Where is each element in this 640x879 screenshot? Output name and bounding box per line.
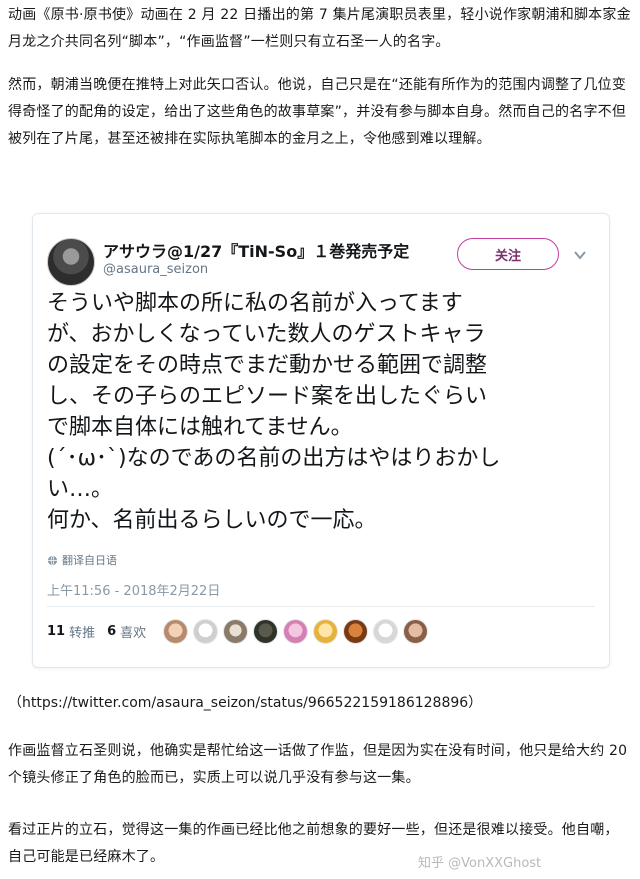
divider bbox=[47, 606, 595, 607]
article-paragraph: 动画《原书·原书使》动画在 2 月 22 日播出的第 7 集片尾演职员表里，轻小… bbox=[8, 7, 631, 50]
likers-avatars bbox=[163, 619, 428, 644]
article-paragraph: 然而，朝浦当晚便在推特上对此矢口否认。他说，自己只是在“还能有所作为的范围内调整… bbox=[8, 77, 627, 147]
source-link[interactable]: （https://twitter.com/asaura_seizon/statu… bbox=[8, 690, 482, 717]
tweet-text-line: い…。 bbox=[47, 477, 114, 502]
liker-avatar[interactable] bbox=[373, 619, 398, 644]
liker-avatar[interactable] bbox=[343, 619, 368, 644]
retweets-stat[interactable]: 11 转推 bbox=[47, 622, 95, 641]
tweet-text-line: (´･ω･`)なのであの名前の出方はやはりおかし bbox=[47, 446, 501, 471]
tweet-text: そういや脚本の所に私の名前が入ってます が、おかしくなっていた数人のゲストキャラ… bbox=[47, 288, 595, 536]
embedded-tweet: アサウラ@1/27『TiN-So』１巻発売予定 @asaura_seizon 关… bbox=[32, 213, 610, 668]
author-name[interactable]: アサウラ@1/27『TiN-So』１巻発売予定 bbox=[103, 238, 409, 262]
liker-avatar[interactable] bbox=[283, 619, 308, 644]
tweet-timestamp[interactable]: 上午11:56 - 2018年2月22日 bbox=[47, 580, 220, 599]
tweet-text-line: し、その子らのエピソード案を出したぐらい bbox=[47, 384, 488, 409]
tweet-text-line: の設定をその時点でまだ動かせる範囲で調整 bbox=[47, 353, 488, 378]
article-paragraph: 作画监督立石圣则说，他确实是帮忙给这一话做了作监，但是因为实在没有时间，他只是给… bbox=[8, 743, 628, 786]
tweet-text-line: そういや脚本の所に私の名前が入ってます bbox=[47, 291, 463, 316]
likes-stat[interactable]: 6 喜欢 bbox=[107, 622, 146, 641]
tweet-text-line: 何か、名前出るらしいので一応。 bbox=[47, 508, 377, 533]
liker-avatar[interactable] bbox=[403, 619, 428, 644]
liker-avatar[interactable] bbox=[313, 619, 338, 644]
likes-label: 喜欢 bbox=[120, 626, 147, 641]
liker-avatar[interactable] bbox=[163, 619, 188, 644]
retweets-label: 转推 bbox=[69, 626, 96, 641]
chevron-down-icon[interactable] bbox=[573, 248, 587, 262]
tweet-text-line: で脚本自体には触れてません。 bbox=[47, 415, 353, 440]
tweet-text-line: が、おかしくなっていた数人のゲストキャラ bbox=[47, 322, 486, 347]
tweet-stats: 11 转推 6 喜欢 bbox=[47, 622, 158, 641]
liker-avatar[interactable] bbox=[223, 619, 248, 644]
globe-icon bbox=[47, 555, 58, 565]
translate-link[interactable]: 翻译自日语 bbox=[47, 552, 117, 568]
author-handle[interactable]: @asaura_seizon bbox=[103, 262, 208, 277]
follow-button[interactable]: 关注 bbox=[457, 238, 559, 270]
retweets-count: 11 bbox=[47, 624, 66, 639]
watermark: 知乎 @VonXXGhost bbox=[418, 856, 542, 871]
likes-count: 6 bbox=[107, 624, 117, 639]
liker-avatar[interactable] bbox=[193, 619, 218, 644]
avatar[interactable] bbox=[47, 238, 95, 286]
liker-avatar[interactable] bbox=[253, 619, 278, 644]
translate-label: 翻译自日语 bbox=[62, 554, 117, 567]
